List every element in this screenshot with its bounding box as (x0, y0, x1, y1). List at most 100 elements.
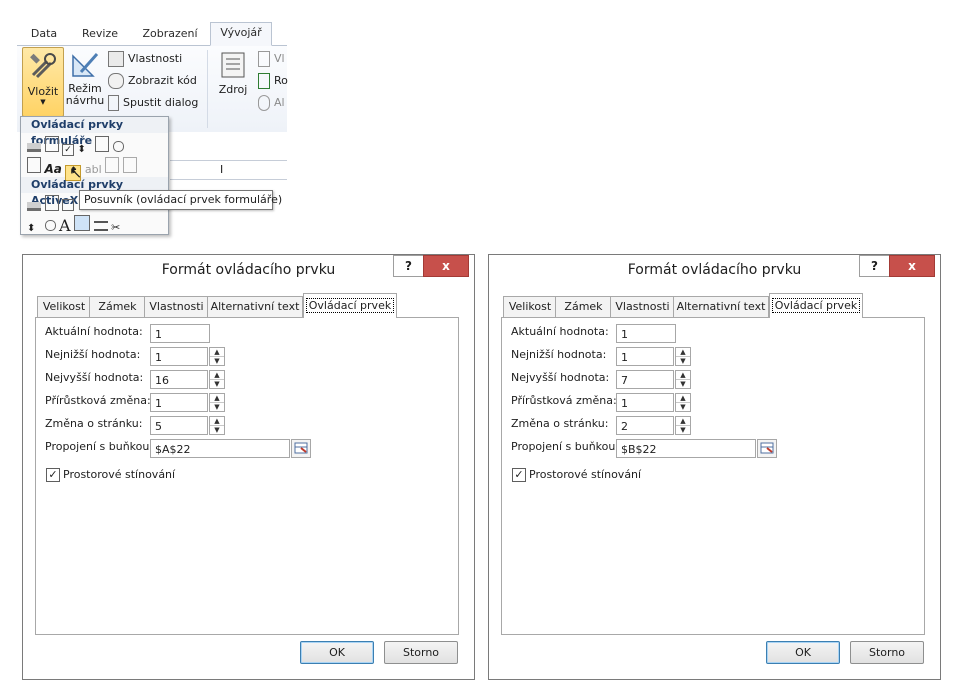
activex-combo-icon[interactable] (44, 195, 59, 211)
expansion-packs-icon (258, 73, 270, 89)
spin-down-icon[interactable]: ▼ (210, 357, 224, 365)
page-change-input[interactable]: 5 (150, 416, 208, 435)
mouse-pointer-icon: ↖ (69, 163, 83, 182)
max-value-spinner[interactable]: ▲ ▼ (209, 370, 225, 389)
spin-up-icon[interactable]: ▲ (676, 371, 690, 380)
properties-label: Vlastnosti (128, 52, 183, 65)
activex-more-controls-icon[interactable]: ✂ (111, 221, 125, 235)
tab-zamek[interactable]: Zámek (89, 296, 146, 317)
activex-option-icon[interactable] (44, 220, 56, 231)
combo-list-edit-icon[interactable] (105, 157, 120, 173)
range-select-icon[interactable] (757, 439, 777, 458)
ribbon-tab-zobrazeni[interactable]: Zobrazení (137, 24, 203, 44)
button-control-icon[interactable] (27, 143, 41, 152)
increment-spinner[interactable]: ▲ ▼ (675, 393, 691, 412)
current-value-input[interactable]: 1 (150, 324, 210, 343)
run-dialog-button[interactable]: Spustit dialog (108, 93, 198, 113)
tab-velikost[interactable]: Velikost (503, 296, 557, 317)
3d-shading-checkbox[interactable]: ✓ (46, 468, 60, 482)
tab-vlastnosti[interactable]: Vlastnosti (610, 296, 675, 317)
spin-down-icon[interactable]: ▼ (210, 403, 224, 411)
view-code-button[interactable]: Zobrazit kód (108, 71, 197, 91)
insert-button[interactable]: Vložit ▼ (22, 47, 64, 117)
ribbon-tab-revize[interactable]: Revize (76, 24, 124, 44)
ok-button[interactable]: OK (766, 641, 840, 664)
source-button[interactable]: Zdroj (214, 49, 252, 109)
spin-down-icon[interactable]: ▼ (676, 403, 690, 411)
label-control-icon[interactable]: Aa (45, 162, 62, 176)
activex-image-icon[interactable] (74, 215, 91, 231)
3d-shading-label: Prostorové stínování (63, 468, 176, 481)
activex-toggle-icon[interactable] (93, 221, 108, 231)
text-field-icon[interactable]: abl (85, 163, 102, 176)
spin-up-icon[interactable]: ▲ (210, 417, 224, 426)
min-value-input[interactable]: 1 (616, 347, 674, 366)
increment-input[interactable]: 1 (616, 393, 674, 412)
cancel-button[interactable]: Storno (384, 641, 458, 664)
activex-label-icon[interactable]: A (59, 216, 71, 235)
tab-velikost[interactable]: Velikost (37, 296, 91, 317)
combo-drop-edit-icon[interactable] (122, 157, 137, 173)
ribbon-tab-data[interactable]: Data (24, 24, 64, 44)
spin-down-icon[interactable]: ▼ (210, 426, 224, 434)
spin-up-icon[interactable]: ▲ (210, 394, 224, 403)
cancel-button[interactable]: Storno (850, 641, 924, 664)
list-box-icon[interactable] (95, 136, 109, 152)
combo-box-icon[interactable] (44, 136, 59, 152)
spin-down-icon[interactable]: ▼ (676, 380, 690, 388)
spin-up-icon[interactable]: ▲ (676, 394, 690, 403)
design-mode-button[interactable]: Režim návrhu (64, 49, 106, 117)
tab-vlastnosti[interactable]: Vlastnosti (144, 296, 209, 317)
page-change-spinner[interactable]: ▲ ▼ (209, 416, 225, 435)
cell-link-input[interactable]: $A$22 (150, 439, 290, 458)
close-button[interactable]: x (423, 255, 469, 277)
current-value-label: Aktuální hodnota: (511, 325, 609, 338)
properties-icon (108, 51, 124, 67)
page-change-spinner[interactable]: ▲ ▼ (675, 416, 691, 435)
min-value-input[interactable]: 1 (150, 347, 208, 366)
tab-alternativni-text[interactable]: Alternativní text (673, 296, 769, 317)
help-button[interactable]: ? (393, 255, 424, 277)
tab-alternativni-text[interactable]: Alternativní text (207, 296, 303, 317)
range-select-icon[interactable] (291, 439, 311, 458)
max-value-input[interactable]: 16 (150, 370, 208, 389)
spin-down-icon[interactable]: ▼ (210, 380, 224, 388)
spin-up-icon[interactable]: ▲ (210, 348, 224, 357)
spin-up-icon[interactable]: ▲ (210, 371, 224, 380)
properties-button[interactable]: Vlastnosti (108, 49, 182, 69)
activex-checkbox-icon[interactable] (62, 199, 74, 211)
option-button-icon[interactable] (112, 141, 124, 152)
ok-button[interactable]: OK (300, 641, 374, 664)
ribbon-cut-item-3[interactable]: Al (258, 93, 285, 113)
spin-button-icon[interactable]: ⬍ (78, 144, 92, 158)
activex-button-icon[interactable] (27, 202, 41, 211)
spin-down-icon[interactable]: ▼ (676, 426, 690, 434)
spin-up-icon[interactable]: ▲ (676, 348, 690, 357)
page-change-input[interactable]: 2 (616, 416, 674, 435)
group-box-icon[interactable] (27, 157, 41, 173)
tab-zamek[interactable]: Zámek (555, 296, 612, 317)
min-value-spinner[interactable]: ▲ ▼ (209, 347, 225, 366)
close-button[interactable]: x (889, 255, 935, 277)
checkbox-control-icon[interactable]: ✓ (62, 144, 74, 156)
current-value-input[interactable]: 1 (616, 324, 676, 343)
scrollbar-tooltip: Posuvník (ovládací prvek formuláře) (79, 190, 282, 210)
ribbon-cut-item-1[interactable]: Vl (258, 49, 285, 69)
spin-up-icon[interactable]: ▲ (676, 417, 690, 426)
increment-input[interactable]: 1 (150, 393, 208, 412)
min-value-spinner[interactable]: ▲ ▼ (675, 347, 691, 366)
ribbon-cut-item-2[interactable]: Ro (258, 71, 288, 91)
spin-down-icon[interactable]: ▼ (676, 357, 690, 365)
max-value-spinner[interactable]: ▲ ▼ (675, 370, 691, 389)
insert-controls-gallery: Ovládací prvky formuláře ✓ ⬍ Aa ⬍ abl Ov… (20, 116, 169, 235)
tab-ovladaci-prvek[interactable]: Ovládací prvek (303, 293, 397, 318)
increment-spinner[interactable]: ▲ ▼ (209, 393, 225, 412)
cell-link-input[interactable]: $B$22 (616, 439, 756, 458)
max-value-input[interactable]: 7 (616, 370, 674, 389)
help-button[interactable]: ? (859, 255, 890, 277)
activex-spin-icon[interactable]: ⬍ (27, 223, 41, 237)
3d-shading-checkbox[interactable]: ✓ (512, 468, 526, 482)
cut-label-3: Al (274, 96, 285, 109)
ribbon-tab-vyvojar[interactable]: Vývojář (210, 22, 272, 46)
tab-ovladaci-prvek[interactable]: Ovládací prvek (769, 293, 863, 318)
